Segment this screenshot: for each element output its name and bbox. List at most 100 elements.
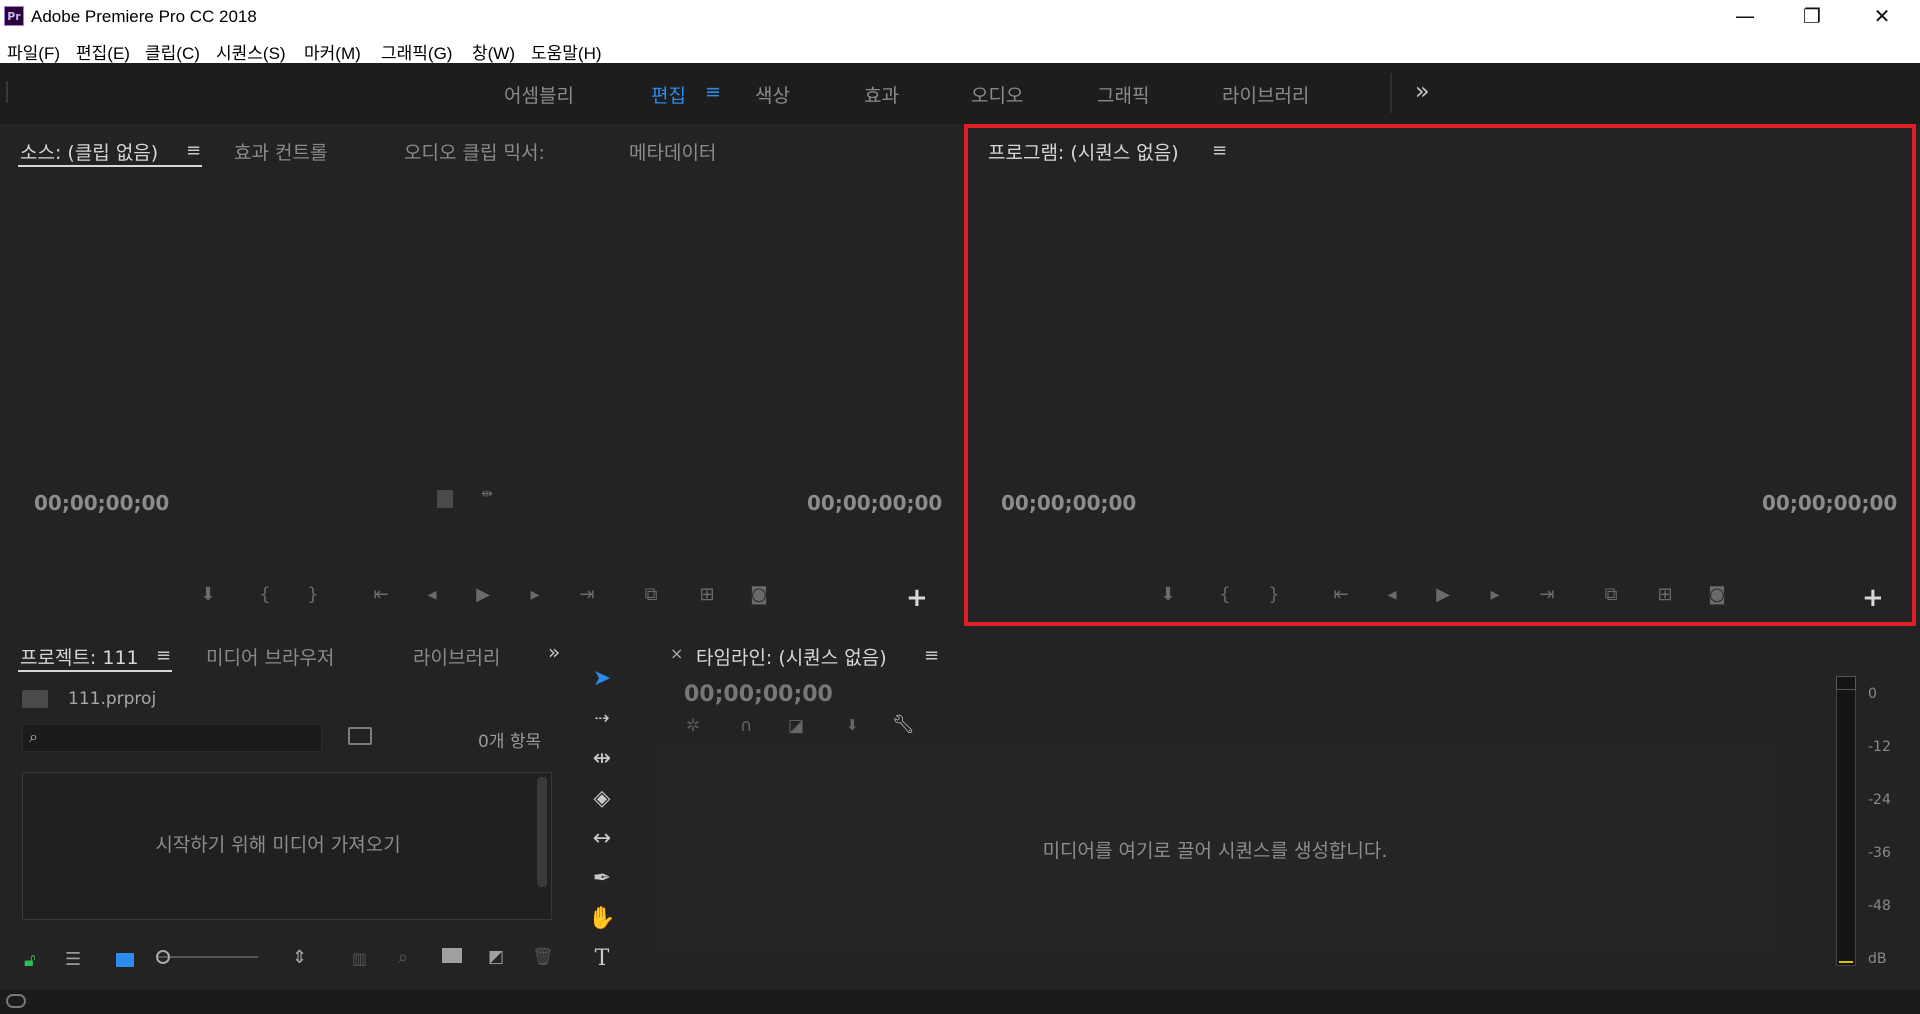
zoom-slider-track[interactable]: [158, 956, 258, 958]
snap-icon[interactable]: ∩: [740, 716, 752, 736]
tab-libraries[interactable]: 라이브러리: [413, 643, 500, 670]
icon-view-icon[interactable]: [116, 953, 134, 967]
create-sequence-message: 미디어를 여기로 끌어 시퀀스를 생성합니다.: [1042, 840, 1388, 862]
search-icon: ⌕: [29, 727, 38, 746]
meter-label-12: -12: [1868, 739, 1891, 755]
project-panel: 프로젝트: 111 ≡ 미디어 브라우저 라이브러리 » 111.prproj …: [2, 632, 570, 988]
find-icon: ⌕: [398, 947, 409, 968]
source-panel-menu-icon[interactable]: ≡: [186, 140, 201, 161]
menu-graphics[interactable]: 그래픽(G): [381, 39, 452, 64]
source-timecode-playhead[interactable]: 00;00;00;00: [34, 491, 169, 515]
tools-panel: ➤ ⇢ ⇹ ◈ ↔ ✒ ✋ T: [576, 632, 628, 988]
hand-tool-icon[interactable]: ✋: [584, 902, 620, 936]
project-folder-icon: [22, 690, 48, 708]
new-item-icon[interactable]: ◩: [488, 947, 504, 967]
overwrite-icon[interactable]: ⊞: [694, 584, 720, 605]
timeline-panel-menu-icon[interactable]: ≡: [924, 645, 939, 666]
minimize-button[interactable]: —: [1722, 0, 1768, 35]
mark-out-icon[interactable]: }: [300, 584, 326, 605]
lock-icon[interactable]: 🔓︎: [24, 950, 36, 971]
tab-underline: [18, 165, 202, 167]
tab-effect-controls[interactable]: 효과 컨트롤: [234, 138, 327, 165]
type-tool-icon[interactable]: T: [584, 942, 620, 976]
restore-button[interactable]: ❐: [1789, 0, 1835, 35]
sort-icons-icon[interactable]: ⇕: [292, 947, 307, 968]
premiere-app-icon: Pr: [4, 6, 24, 26]
step-back-icon[interactable]: ◂: [419, 584, 445, 605]
meter-label-0: 0: [1868, 686, 1877, 702]
drag-audio-only-icon[interactable]: ⇹: [474, 486, 500, 502]
close-window-button[interactable]: ✕: [1859, 0, 1905, 35]
workspace-menu-icon[interactable]: ≡: [705, 81, 721, 103]
workspace-bar: 어셈블리 편집 ≡ 색상 효과 오디오 그래픽 라이브러리 »: [0, 63, 1920, 124]
menu-file[interactable]: 파일(F): [7, 39, 60, 64]
timeline-drop-area[interactable]: 미디어를 여기로 끌어 시퀀스를 생성합니다.: [656, 742, 1774, 952]
tab-project[interactable]: 프로젝트: 111: [20, 643, 139, 670]
track-select-tool-icon[interactable]: ⇢: [584, 702, 620, 736]
project-item-count: 0개 항목: [478, 732, 542, 752]
tab-metadata[interactable]: 메타데이터: [629, 138, 716, 165]
workspace-divider: [1390, 73, 1392, 113]
source-button-editor-icon[interactable]: +: [906, 583, 928, 613]
meter-label-48: -48: [1868, 898, 1891, 914]
add-marker-icon[interactable]: ⬇: [846, 716, 859, 734]
new-bin-icon[interactable]: [442, 948, 462, 963]
menu-marker[interactable]: 마커(M): [304, 39, 361, 64]
workspace-audio[interactable]: 오디오: [971, 81, 1023, 108]
meter-label-36: -36: [1868, 845, 1891, 861]
tab-source[interactable]: 소스: (클립 없음): [20, 138, 158, 165]
add-marker-icon[interactable]: ⬇: [195, 584, 221, 605]
menu-clip[interactable]: 클립(C): [145, 39, 200, 64]
list-view-icon[interactable]: ☰: [65, 949, 81, 970]
workspace-more-icon[interactable]: »: [1415, 77, 1430, 105]
timeline-timecode[interactable]: 00;00;00;00: [684, 682, 833, 707]
drag-video-only-icon[interactable]: [437, 490, 453, 508]
meter-label-24: -24: [1868, 792, 1891, 808]
go-to-out-icon[interactable]: ⇥: [574, 584, 600, 605]
new-search-bin-icon[interactable]: [348, 727, 372, 745]
tab-audio-clip-mixer[interactable]: 오디오 클립 믹서:: [404, 138, 545, 165]
workspace-editing[interactable]: 편집: [651, 81, 686, 108]
mark-in-icon[interactable]: {: [252, 584, 278, 605]
peak-indicator[interactable]: [1836, 676, 1856, 690]
workspace-libraries[interactable]: 라이브러리: [1222, 81, 1309, 108]
ripple-edit-tool-icon[interactable]: ⇹: [584, 742, 620, 776]
creative-cloud-icon[interactable]: [6, 994, 26, 1008]
insert-icon[interactable]: ⧉: [638, 584, 664, 605]
wrench-icon[interactable]: 🔧︎: [892, 714, 915, 735]
selection-tool-icon[interactable]: ➤: [584, 662, 620, 696]
razor-tool-icon[interactable]: ◈: [584, 782, 620, 816]
close-timeline-icon[interactable]: ×: [670, 644, 683, 663]
slip-tool-icon[interactable]: ↔: [584, 822, 620, 856]
zoom-slider-handle[interactable]: [156, 950, 170, 964]
import-media-message: 시작하기 위해 미디어 가져오기: [155, 834, 401, 856]
project-scrollbar[interactable]: [537, 777, 547, 887]
menu-edit[interactable]: 편집(E): [76, 39, 130, 64]
go-to-in-icon[interactable]: ⇤: [368, 584, 394, 605]
linked-selection-icon[interactable]: ◪: [788, 716, 804, 736]
menu-sequence[interactable]: 시퀀스(S): [216, 39, 286, 64]
project-media-area[interactable]: 시작하기 위해 미디어 가져오기: [22, 772, 552, 920]
project-panel-menu-icon[interactable]: ≡: [156, 645, 171, 666]
tab-media-browser[interactable]: 미디어 브라우저: [206, 643, 334, 670]
workspace-graphics[interactable]: 그래픽: [1097, 81, 1149, 108]
timeline-panel: × 타임라인: (시퀀스 없음) ≡ 00;00;00;00 ✲ ∩ ◪ ⬇ 🔧…: [656, 632, 1810, 988]
workspace-assembly[interactable]: 어셈블리: [504, 81, 574, 108]
menu-window[interactable]: 창(W): [472, 39, 515, 64]
tab-timeline[interactable]: 타임라인: (시퀀스 없음): [696, 643, 887, 670]
project-more-icon[interactable]: »: [548, 640, 560, 664]
audio-meter: [1836, 676, 1856, 966]
step-forward-icon[interactable]: ▸: [522, 584, 548, 605]
export-frame-icon[interactable]: ◙: [746, 584, 772, 605]
nest-icon[interactable]: ✲: [686, 716, 700, 736]
pen-tool-icon[interactable]: ✒: [584, 862, 620, 896]
workspace-grip: [6, 81, 8, 103]
menu-help[interactable]: 도움말(H): [531, 39, 602, 64]
window-title: Adobe Premiere Pro CC 2018: [31, 7, 257, 26]
project-search-input[interactable]: ⌕: [22, 724, 322, 752]
source-monitor-panel: 소스: (클립 없음) ≡ 효과 컨트롤 오디오 클립 믹서: 메타데이터 00…: [2, 126, 958, 626]
workspace-color[interactable]: 색상: [755, 81, 790, 108]
play-icon[interactable]: ▶: [470, 584, 496, 605]
workspace-effects[interactable]: 효과: [864, 81, 899, 108]
automate-to-sequence-icon: ▥: [352, 949, 368, 968]
